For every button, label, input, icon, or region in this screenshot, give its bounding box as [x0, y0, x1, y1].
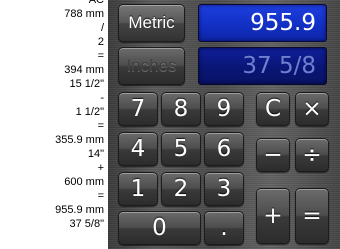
key-4[interactable]: 4: [118, 132, 158, 166]
metric-button[interactable]: Metric: [118, 4, 185, 42]
key-7[interactable]: 7: [118, 92, 158, 126]
key-3[interactable]: 3: [204, 172, 244, 206]
tape-line: 355.9 mm: [55, 134, 104, 146]
key-1[interactable]: 1: [118, 172, 158, 206]
tape-line: 955.9 mm: [55, 204, 104, 216]
tape-line: 14": [87, 148, 104, 160]
key-2[interactable]: 2: [161, 172, 201, 206]
key-5[interactable]: 5: [161, 132, 201, 166]
inches-display: 37 5/8: [198, 47, 327, 85]
tape-line: AC: [88, 0, 104, 6]
tape-line: =: [97, 190, 104, 202]
tape-line: 788 mm: [64, 8, 104, 20]
tape-line: =: [97, 120, 104, 132]
key-8[interactable]: 8: [161, 92, 201, 126]
tape-line: 2: [97, 36, 104, 48]
tape-line: 394 mm: [64, 64, 104, 76]
multiply-button[interactable]: ×: [295, 92, 329, 126]
divide-button[interactable]: ÷: [295, 138, 329, 172]
inches-button[interactable]: Inches: [118, 47, 185, 85]
tape-line: 37 5/8": [69, 218, 105, 230]
metric-display: 955.9: [198, 4, 327, 42]
decimal-button[interactable]: .: [204, 211, 244, 245]
history-tape: AC 788 mm / 2 = 394 mm 15 1/2" - 1 1/2" …: [0, 0, 108, 249]
clear-button[interactable]: C: [256, 92, 290, 126]
tape-line: +: [97, 162, 104, 174]
tape-line: 600 mm: [64, 176, 104, 188]
key-6[interactable]: 6: [204, 132, 244, 166]
tape-line: /: [100, 22, 104, 34]
tape-line: 15 1/2": [69, 78, 105, 90]
calculator-panel: Metric Inches 955.9 37 5/8 7 8 9 C × 4 5…: [108, 0, 340, 249]
tape-line: =: [97, 50, 104, 62]
key-0[interactable]: 0: [118, 211, 201, 245]
plus-button[interactable]: +: [256, 188, 290, 244]
minus-button[interactable]: −: [256, 138, 290, 172]
key-9[interactable]: 9: [204, 92, 244, 126]
equals-button[interactable]: =: [295, 188, 329, 244]
tape-line: -: [100, 92, 104, 104]
tape-line: 1 1/2": [75, 106, 104, 118]
